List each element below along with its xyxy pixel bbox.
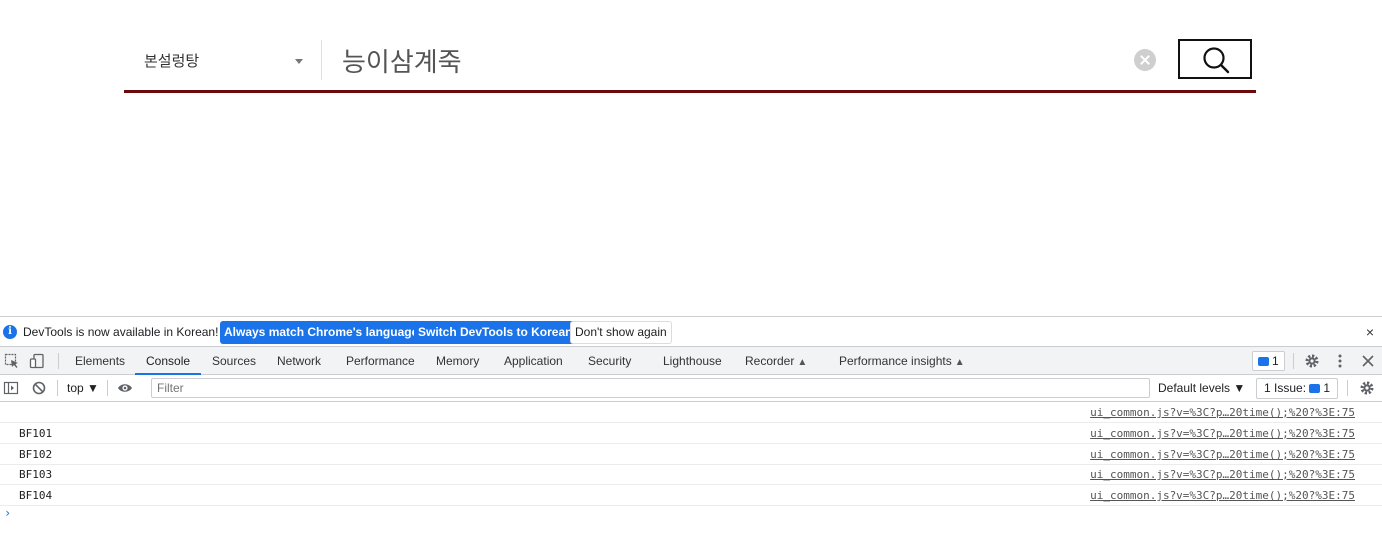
- sidebar-toggle-icon[interactable]: [3, 380, 19, 396]
- console-log-row: BF101 ui_common.js?v=%3C?p…20time();%20?…: [0, 423, 1382, 444]
- tab-recorder[interactable]: Recorder ▲: [745, 347, 807, 374]
- switch-to-korean-button[interactable]: Switch DevTools to Korean: [414, 321, 577, 344]
- tab-performance[interactable]: Performance: [346, 347, 415, 374]
- issues-count: 1: [1323, 381, 1331, 395]
- tab-memory[interactable]: Memory: [436, 347, 479, 374]
- always-match-language-button[interactable]: Always match Chrome's language: [220, 321, 423, 344]
- log-source-link[interactable]: ui_common.js?v=%3C?p…20time();%20?%3E:75: [1090, 448, 1355, 461]
- toolbar-divider: [1293, 353, 1294, 369]
- close-devtools-icon[interactable]: [1360, 353, 1376, 369]
- tab-recorder-label: Recorder: [745, 354, 795, 368]
- log-message: BF102: [19, 448, 53, 461]
- more-options-icon[interactable]: [1332, 353, 1348, 369]
- flask-icon: ▲: [797, 357, 808, 368]
- log-source-link[interactable]: ui_common.js?v=%3C?p…20time();%20?%3E:75: [1090, 468, 1355, 481]
- log-message: BF104: [19, 489, 53, 502]
- console-log-row: BF102 ui_common.js?v=%3C?p…20time();%20?…: [0, 444, 1382, 465]
- store-select-label: 본설렁탕: [144, 52, 200, 70]
- clear-search-button[interactable]: [1134, 49, 1156, 71]
- console-filterbar: top ▼ Default levels ▼ 1 Issue: 1: [0, 375, 1382, 402]
- issues-label: 1 Issue:: [1264, 381, 1307, 395]
- log-source-link[interactable]: ui_common.js?v=%3C?p…20time();%20?%3E:75: [1090, 427, 1355, 440]
- tab-security[interactable]: Security: [588, 347, 631, 374]
- messages-count: 1: [1272, 354, 1279, 368]
- tab-performance-insights-label: Performance insights: [839, 354, 952, 368]
- toolbar-divider: [57, 380, 58, 396]
- tab-elements[interactable]: Elements: [75, 347, 125, 374]
- toolbar-divider: [107, 380, 108, 396]
- clear-console-icon[interactable]: [31, 380, 47, 396]
- store-select[interactable]: 본설렁탕: [124, 40, 322, 80]
- search-icon: [1203, 47, 1230, 74]
- messages-badge[interactable]: 1: [1252, 351, 1285, 371]
- toolbar-divider: [58, 353, 59, 369]
- inspect-element-icon[interactable]: [4, 353, 20, 369]
- infobar-message: DevTools is now available in Korean!: [23, 325, 219, 339]
- device-toolbar-icon[interactable]: [29, 353, 45, 369]
- devtools-tabbar: Elements Console Sources Network Perform…: [0, 347, 1382, 375]
- toolbar-divider: [1347, 380, 1348, 396]
- log-source-link[interactable]: ui_common.js?v=%3C?p…20time();%20?%3E:75: [1090, 406, 1355, 419]
- console-log-row: ui_common.js?v=%3C?p…20time();%20?%3E:75: [0, 402, 1382, 423]
- language-infobar: i DevTools is now available in Korean! A…: [0, 316, 1382, 347]
- chevron-down-icon: [295, 59, 303, 64]
- console-output: ui_common.js?v=%3C?p…20time();%20?%3E:75…: [0, 402, 1382, 534]
- message-icon: [1309, 384, 1321, 394]
- console-filter-input[interactable]: [151, 378, 1150, 398]
- search-input[interactable]: [342, 42, 1122, 78]
- log-message: BF103: [19, 468, 53, 481]
- log-source-link[interactable]: ui_common.js?v=%3C?p…20time();%20?%3E:75: [1090, 489, 1355, 502]
- console-prompt[interactable]: ›: [4, 506, 11, 520]
- tab-console[interactable]: Console: [135, 347, 202, 375]
- search-bar: 본설렁탕: [124, 30, 1256, 93]
- console-log-row: BF104 ui_common.js?v=%3C?p…20time();%20?…: [0, 485, 1382, 506]
- console-log-row: BF103 ui_common.js?v=%3C?p…20time();%20?…: [0, 464, 1382, 485]
- devtools-panel: i DevTools is now available in Korean! A…: [0, 316, 1382, 534]
- search-button[interactable]: [1178, 39, 1252, 79]
- eye-icon[interactable]: [117, 380, 133, 396]
- dont-show-again-button[interactable]: Don't show again: [570, 321, 672, 344]
- issues-button[interactable]: 1 Issue: 1: [1256, 378, 1339, 399]
- context-select[interactable]: top ▼: [67, 381, 99, 395]
- message-icon: [1258, 357, 1269, 367]
- log-levels-select[interactable]: Default levels ▼: [1158, 381, 1245, 395]
- flask-icon: ▲: [954, 357, 965, 368]
- tab-performance-insights[interactable]: Performance insights ▲: [839, 347, 965, 374]
- info-icon: i: [3, 325, 17, 339]
- tab-lighthouse[interactable]: Lighthouse: [663, 347, 722, 374]
- tab-network[interactable]: Network: [277, 347, 321, 374]
- tab-sources[interactable]: Sources: [212, 347, 256, 374]
- tab-application[interactable]: Application: [504, 347, 563, 374]
- gear-icon[interactable]: [1304, 353, 1320, 369]
- console-settings-gear-icon[interactable]: [1359, 380, 1375, 396]
- close-icon[interactable]: ×: [1366, 324, 1374, 340]
- log-message: BF101: [19, 427, 53, 440]
